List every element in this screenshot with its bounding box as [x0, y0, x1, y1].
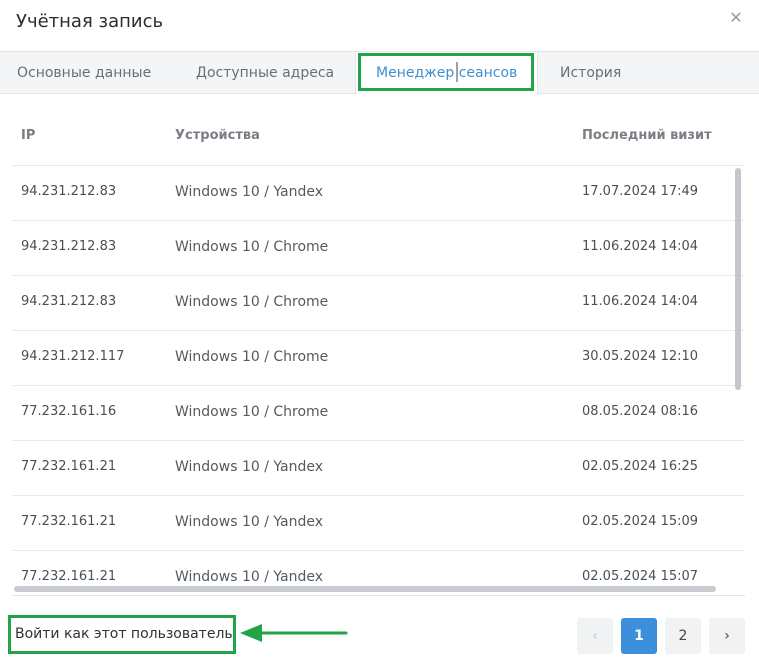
cell-device: Windows 10 / Chrome — [175, 294, 329, 310]
close-icon[interactable]: ✕ — [727, 9, 745, 27]
cell-ip: 77.232.161.16 — [21, 404, 117, 419]
cell-ip: 77.232.161.21 — [21, 459, 117, 474]
tab-history[interactable]: История — [560, 52, 621, 94]
cell-device: Windows 10 / Yandex — [175, 514, 323, 530]
table-row[interactable]: 77.232.161.21 Windows 10 / Yandex 02.05.… — [12, 496, 744, 551]
cell-ip: 94.231.212.117 — [21, 349, 125, 364]
cell-device: Windows 10 / Chrome — [175, 404, 329, 420]
tab-basic-data[interactable]: Основные данные — [17, 52, 151, 94]
vertical-scrollbar[interactable] — [735, 168, 741, 390]
cell-ip: 77.232.161.21 — [21, 514, 117, 529]
tab-bar: Основные данные Доступные адреса Менедже… — [0, 51, 759, 95]
cell-ip: 94.231.212.83 — [21, 239, 117, 254]
table-row[interactable]: 94.231.212.117 Windows 10 / Chrome 30.05… — [12, 331, 744, 386]
column-header-devices[interactable]: Устройства — [175, 128, 260, 143]
column-header-last-visit[interactable]: Последний визит — [582, 128, 712, 143]
cell-last-visit: 17.07.2024 17:49 — [582, 184, 699, 199]
cell-last-visit: 02.05.2024 15:07 — [582, 569, 699, 584]
pagination-page-2[interactable]: 2 — [665, 618, 701, 654]
cell-last-visit: 02.05.2024 16:25 — [582, 459, 699, 474]
cell-last-visit: 02.05.2024 15:09 — [582, 514, 699, 529]
pagination-next-button[interactable]: › — [709, 618, 745, 654]
cell-last-visit: 08.05.2024 08:16 — [582, 404, 699, 419]
table-header: IP Устройства Последний визит — [12, 110, 744, 166]
dialog-header: Учётная запись ✕ — [0, 0, 759, 52]
table-row[interactable]: 94.231.212.83 Windows 10 / Yandex 17.07.… — [12, 166, 744, 221]
sessions-table: IP Устройства Последний визит 94.231.212… — [12, 110, 744, 596]
cell-device: Windows 10 / Yandex — [175, 459, 323, 475]
cell-device: Windows 10 / Yandex — [175, 569, 323, 585]
cell-last-visit: 30.05.2024 12:10 — [582, 349, 699, 364]
pagination-prev-button[interactable]: ‹ — [577, 618, 613, 654]
cell-last-visit: 11.06.2024 14:04 — [582, 294, 699, 309]
table-row[interactable]: 77.232.161.16 Windows 10 / Chrome 08.05.… — [12, 386, 744, 441]
tab-available-addresses[interactable]: Доступные адреса — [196, 52, 334, 94]
horizontal-scrollbar[interactable] — [14, 586, 716, 592]
tab-session-manager[interactable]: Менеджер сеансов — [355, 52, 538, 95]
pointer-arrow-icon — [240, 624, 348, 642]
column-header-ip[interactable]: IP — [21, 128, 35, 143]
login-as-user-link[interactable]: Войти как этот пользователь — [15, 626, 233, 642]
cell-device: Windows 10 / Yandex — [175, 184, 323, 200]
cell-device: Windows 10 / Chrome — [175, 239, 329, 255]
cell-ip: 77.232.161.21 — [21, 569, 117, 584]
table-row[interactable]: 94.231.212.83 Windows 10 / Chrome 11.06.… — [12, 221, 744, 276]
table-row[interactable]: 77.232.161.21 Windows 10 / Yandex 02.05.… — [12, 441, 744, 496]
cell-ip: 94.231.212.83 — [21, 184, 117, 199]
dialog-title: Учётная запись — [16, 11, 164, 32]
cell-ip: 94.231.212.83 — [21, 294, 117, 309]
pagination-page-1[interactable]: 1 — [621, 618, 657, 654]
table-row[interactable]: 94.231.212.83 Windows 10 / Chrome 11.06.… — [12, 276, 744, 331]
footer-divider — [12, 595, 745, 596]
cell-device: Windows 10 / Chrome — [175, 349, 329, 365]
cell-last-visit: 11.06.2024 14:04 — [582, 239, 699, 254]
account-dialog: Учётная запись ✕ Основные данные Доступн… — [0, 0, 759, 672]
